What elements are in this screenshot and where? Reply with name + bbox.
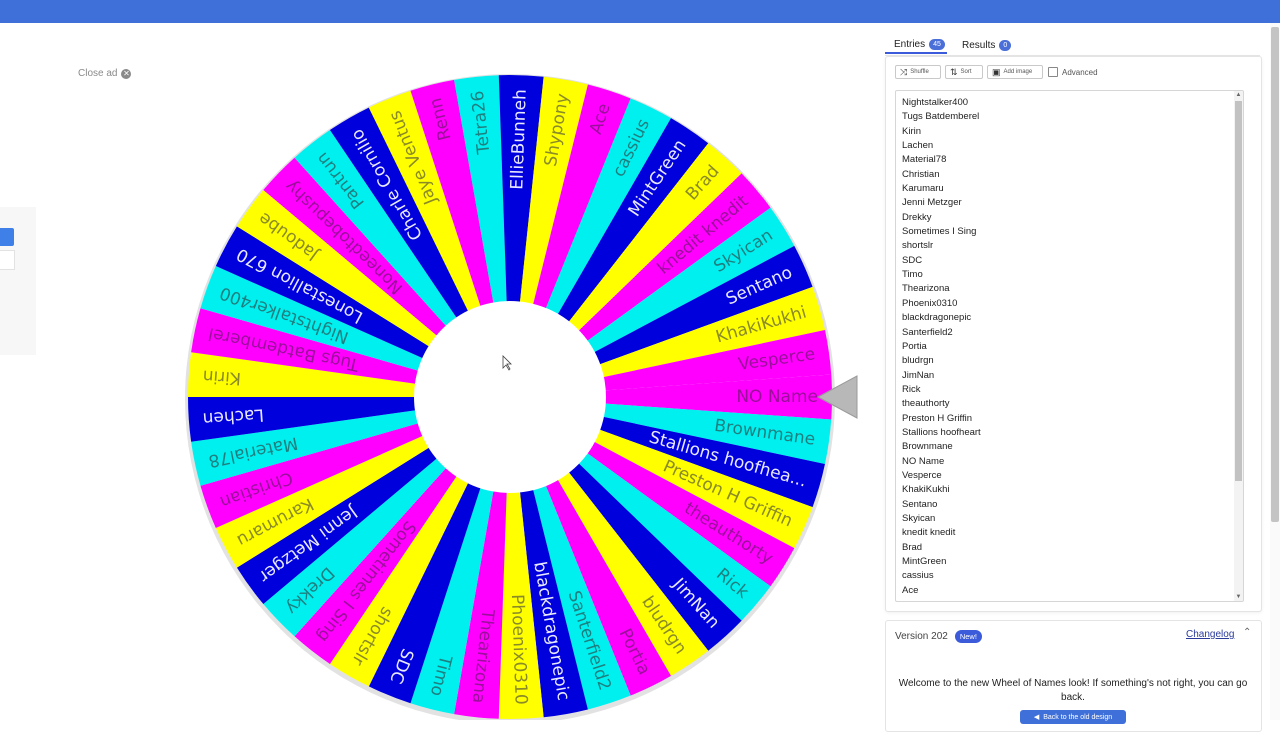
back-to-old-design-button[interactable]: ◀ Back to the old design xyxy=(1020,710,1126,724)
welcome-message: Welcome to the new Wheel of Names look! … xyxy=(898,678,1248,703)
advanced-checkbox[interactable]: Advanced xyxy=(1048,67,1098,77)
entry-item: Sometimes I Sing xyxy=(902,226,977,238)
back-button-label: Back to the old design xyxy=(1043,713,1113,721)
wheel-segment-label: EllieBunneh xyxy=(507,89,530,190)
entry-item: Stallions hoofheart xyxy=(902,426,981,438)
entries-count-badge: 45 xyxy=(929,38,945,50)
entry-item: Drekky xyxy=(902,211,932,223)
entry-item: Tugs Batdemberel xyxy=(902,111,980,123)
page-scrollbar-thumb[interactable] xyxy=(1271,27,1279,522)
version-title: Version 202 xyxy=(895,631,948,642)
entry-item: Material78 xyxy=(902,154,947,166)
new-badge: New! xyxy=(954,630,982,643)
shuffle-button[interactable]: ⤨ Shuffle xyxy=(895,65,941,79)
advanced-label: Advanced xyxy=(1062,67,1098,77)
tab-entries-label: Entries xyxy=(894,38,926,50)
entry-item: Preston H Griffin xyxy=(902,412,973,424)
version-heading: Version 202 New! xyxy=(895,630,982,643)
entry-item: knedit knedit xyxy=(902,527,956,539)
scroll-up-icon[interactable]: ▲ xyxy=(1234,91,1243,99)
checkbox-icon xyxy=(1048,67,1058,77)
entries-card: ⤨ Shuffle ⇅ Sort ▣ Add image Advanced Ni… xyxy=(885,56,1262,612)
entry-item: cassius xyxy=(902,570,934,582)
wheel-segment-label: Lachen xyxy=(202,404,264,428)
sort-icon: ⇅ xyxy=(950,66,958,77)
page-scrollbar[interactable] xyxy=(1270,23,1280,720)
entry-item: Thearizona xyxy=(902,283,950,295)
entry-item: Timo xyxy=(902,269,923,281)
sort-label: Sort xyxy=(960,69,972,75)
wheel-segment-label: Phoenix0310 xyxy=(507,594,531,705)
entry-item: Brad xyxy=(902,541,923,553)
entry-item: Lachen xyxy=(902,140,934,152)
entry-item: NO Name xyxy=(902,455,945,467)
entry-item: Brownmane xyxy=(902,441,953,453)
entry-item: shortslr xyxy=(902,240,934,252)
version-card: Version 202 New! Changelog ⌃ Welcome to … xyxy=(885,620,1262,732)
entries-list: Nightstalker400 Tugs Batdemberel Kirin Lach… xyxy=(902,96,981,598)
entry-item: Christian xyxy=(902,168,940,180)
entry-item: Nightstalker400 xyxy=(902,97,969,108)
entry-item: KhakiKukhi xyxy=(902,484,950,496)
name-wheel[interactable]: NO NameBrownmaneStallions hoofhea...Pres… xyxy=(0,0,880,720)
entry-item: Ace xyxy=(902,584,919,596)
entries-textarea[interactable]: Nightstalker400 Tugs Batdemberel Kirin Lach… xyxy=(895,90,1244,602)
entries-scrollbar[interactable]: ▲ ▼ xyxy=(1234,91,1243,601)
tab-results-label: Results xyxy=(962,39,996,51)
entry-item: Kirin xyxy=(902,125,922,137)
entry-item: Sentano xyxy=(902,498,938,510)
changelog-link[interactable]: Changelog xyxy=(1186,629,1234,640)
panel-tabs: Entries 45 Results 0 xyxy=(885,36,1260,56)
entry-item: Portia xyxy=(902,340,927,352)
entry-item: bludrgn xyxy=(902,355,934,367)
wheel-center-hub[interactable] xyxy=(414,301,606,493)
shuffle-label: Shuffle xyxy=(910,69,929,75)
entry-item: Karumaru xyxy=(902,183,944,195)
tab-results[interactable]: Results 0 xyxy=(962,36,1012,54)
sort-button[interactable]: ⇅ Sort xyxy=(945,65,983,79)
entry-item: blackdragonepic xyxy=(902,312,972,324)
entry-item: Santerfield2 xyxy=(902,326,953,338)
entry-item: theauthorty xyxy=(902,398,950,410)
chevron-up-icon[interactable]: ⌃ xyxy=(1243,627,1251,638)
entry-item: Rick xyxy=(902,383,921,395)
add-image-button[interactable]: ▣ Add image xyxy=(987,65,1043,79)
entry-item: Vesperce xyxy=(902,469,942,481)
entry-item: SDC xyxy=(902,254,923,266)
entry-item: MintGreen xyxy=(902,556,947,567)
add-image-label: Add image xyxy=(1003,69,1033,75)
entry-item: Phoenix0310 xyxy=(902,297,958,309)
entry-item: Jenni Metzger xyxy=(902,197,962,209)
entry-item: Skyican xyxy=(902,512,936,524)
scrollbar-thumb[interactable] xyxy=(1235,101,1242,481)
entry-item: JimNan xyxy=(902,369,935,381)
tab-entries[interactable]: Entries 45 xyxy=(885,36,947,54)
image-icon: ▣ xyxy=(992,66,1001,77)
wheel-segment-label: NO Name xyxy=(736,387,818,407)
results-count-badge: 0 xyxy=(999,39,1012,51)
shuffle-icon: ⤨ xyxy=(900,66,908,77)
wheel-segment-label: Kirin xyxy=(202,366,242,389)
scroll-down-icon[interactable]: ▼ xyxy=(1234,593,1243,601)
